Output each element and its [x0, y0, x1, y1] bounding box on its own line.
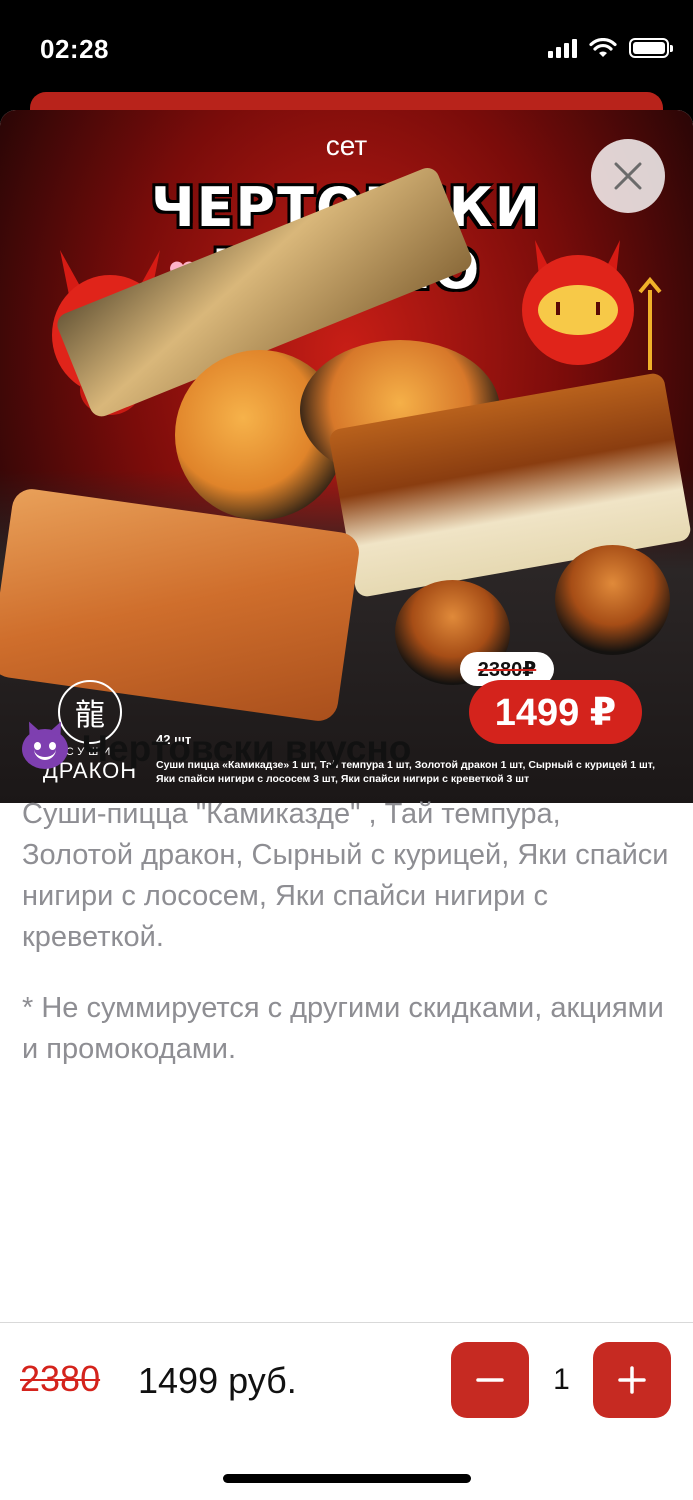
status-time: 02:28: [40, 34, 109, 64]
product-banner-image: сет ЧЕРТОВСКИ ВКУСНО: [0, 110, 693, 803]
nigiri-2: [555, 545, 670, 655]
close-icon: [614, 162, 642, 190]
current-price: 1499 руб.: [138, 1360, 297, 1401]
status-bar: 02:28: [0, 0, 693, 100]
product-disclaimer: * Не суммируется с другими скидками, акц…: [22, 992, 664, 1065]
product-title: Чертовски вкусно: [82, 728, 412, 769]
home-indicator[interactable]: [223, 1474, 471, 1483]
product-modal: сет ЧЕРТОВСКИ ВКУСНО: [0, 110, 693, 1500]
minus-icon: [476, 1378, 504, 1382]
devil-mascot-right: [522, 240, 662, 370]
bottom-divider: [0, 1322, 693, 1323]
plus-icon: [618, 1366, 646, 1394]
product-info: Чертовски вкусно Суши-пицца "Камиказде" …: [22, 728, 672, 1070]
old-price: 2380: [20, 1358, 101, 1399]
product-description: Суши-пицца "Камиказде" , Тай темпура, Зо…: [22, 798, 669, 953]
product-title-row: Чертовски вкусно: [22, 728, 672, 770]
cellular-signal-icon: [548, 38, 577, 58]
banner-subtitle: сет: [325, 130, 368, 161]
close-button[interactable]: [591, 139, 665, 213]
decrease-quantity-button[interactable]: [451, 1342, 529, 1418]
battery-icon: [629, 38, 673, 58]
increase-quantity-button[interactable]: [593, 1342, 671, 1418]
smiling-devil-emoji-icon: [22, 729, 68, 769]
status-icons: [548, 38, 673, 58]
quantity-value: 1: [553, 1363, 570, 1396]
wifi-icon: [589, 38, 617, 57]
